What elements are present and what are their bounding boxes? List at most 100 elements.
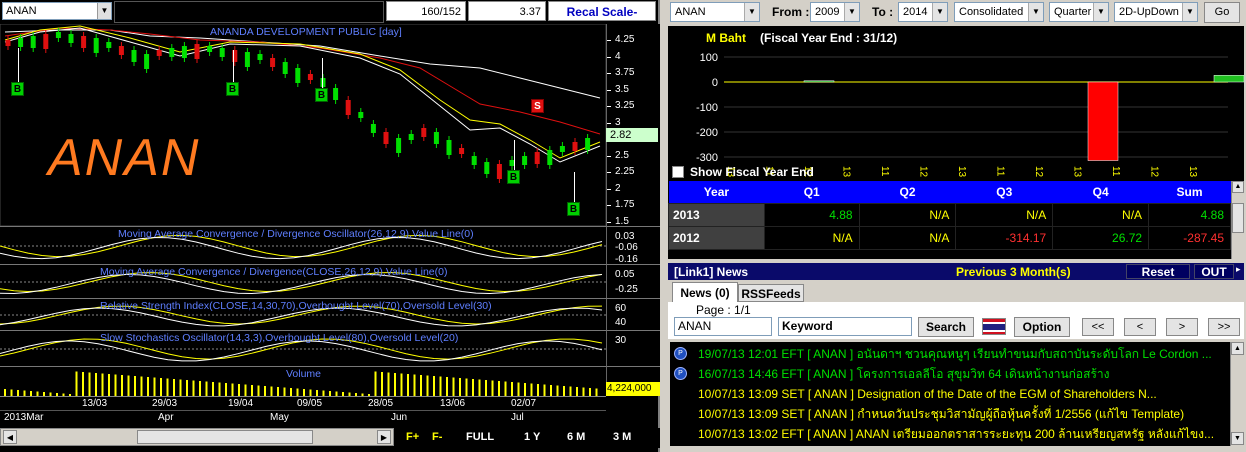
chevron-right-icon[interactable]: ▸ [1236, 264, 1244, 279]
news-item[interactable]: P 16/07/13 14:46 EFT [ ANAN ] โครงการเอลล… [670, 364, 1230, 384]
fin-xtick-label: 13 [1072, 166, 1083, 178]
indicator-panel[interactable]: Slow Stochastics Oscillator(14,3,3),Over… [0, 330, 606, 366]
news-item[interactable]: 10/07/13 13:09 SET [ ANAN ] Designation … [670, 384, 1230, 404]
full-button[interactable]: FULL [466, 431, 494, 443]
chevron-down-icon[interactable]: ▼ [1182, 3, 1197, 21]
price-chart[interactable]: ANANDA DEVELOPMENT PUBLIC [day] [0, 24, 606, 226]
table-row[interactable]: 2012 N/A N/A -314.17 26.72 -287.45 [668, 225, 1231, 250]
option-button[interactable]: Option [1014, 317, 1070, 337]
prev-page-button[interactable]: < [1124, 318, 1156, 336]
scroll-down-icon[interactable]: ▼ [1231, 432, 1244, 445]
reset-button[interactable]: Reset [1126, 264, 1190, 279]
volume-bar [394, 373, 396, 397]
volume-bar [452, 377, 455, 397]
tab-rssfeeds[interactable]: RSSFeeds [738, 284, 804, 302]
volume-bar [186, 380, 188, 397]
next-page-button[interactable]: > [1166, 318, 1198, 336]
sell-signal[interactable]: S [531, 99, 544, 113]
indicator-panel[interactable]: Moving Average Convergence / Divergence … [0, 226, 606, 264]
month-axis: 2013Mar Apr May Jun Jul [0, 410, 606, 424]
one-year-button[interactable]: 1 Y [524, 431, 540, 443]
volume-bar [387, 372, 390, 397]
three-month-button[interactable]: 3 M [613, 431, 631, 443]
chevron-down-icon[interactable]: ▼ [932, 3, 947, 21]
fin-value-cell: 4.88 [763, 202, 860, 227]
to-year-combo[interactable]: 2014 ▼ [898, 2, 948, 22]
news-symbol: [ ANAN ] [807, 367, 857, 381]
from-year-combo[interactable]: 2009 ▼ [810, 2, 860, 22]
fin-xtick-label: 13 [956, 166, 967, 178]
volume-bar [114, 374, 117, 397]
chevron-down-icon[interactable]: ▼ [97, 3, 111, 19]
fin-header-cell[interactable]: Year [668, 181, 765, 203]
out-button[interactable]: OUT [1194, 264, 1234, 279]
scroll-up-icon[interactable]: ▲ [1231, 342, 1244, 355]
view-combo[interactable]: 2D-UpDown ▼ [1114, 2, 1198, 22]
indicator-scale: 0.05 -0.25 [606, 264, 660, 298]
tab-news[interactable]: News (0) [672, 282, 738, 302]
candle-body [257, 54, 263, 60]
news-item[interactable]: 10/07/13 13:09 SET [ ANAN ] กำหนดวันประช… [670, 404, 1230, 424]
indicator-title: Slow Stochastics Oscillator(14,3,3),Over… [100, 332, 459, 344]
candle-body [333, 88, 339, 100]
table-row[interactable]: 2013 4.88 N/A N/A N/A 4.88 [668, 202, 1231, 227]
chevron-down-icon[interactable]: ▼ [1028, 3, 1043, 21]
scroll-up-icon[interactable]: ▲ [1232, 181, 1244, 193]
buy-signal[interactable]: B [507, 170, 520, 184]
scroll-thumb[interactable] [1232, 203, 1244, 233]
recal-scale-button[interactable]: Recal Scale-Linear [548, 1, 656, 39]
news-symbol-input[interactable]: ANAN [674, 317, 772, 336]
zoom-in-button[interactable]: F+ [406, 431, 419, 443]
period-combo[interactable]: Quarter ▼ [1049, 2, 1109, 22]
buy-signal[interactable]: B [11, 82, 24, 96]
buy-signal[interactable]: B [567, 202, 580, 216]
volume-bar [465, 378, 468, 397]
search-button[interactable]: Search [918, 317, 974, 337]
first-page-button[interactable]: << [1082, 318, 1114, 336]
news-scrollbar[interactable]: ▲ ▼ [1230, 342, 1244, 446]
chevron-down-icon[interactable]: ▼ [744, 3, 759, 21]
symbol-combo[interactable]: ANAN ▼ [2, 2, 112, 20]
buy-signal[interactable]: B [226, 82, 239, 96]
news-item[interactable]: 10/07/13 13:02 EFT [ ANAN ] ANAN เตรียมอ… [670, 424, 1230, 444]
table-scrollbar[interactable]: ▲ [1231, 181, 1244, 259]
fin-bar [1087, 81, 1119, 161]
news-period-label: Previous 3 Month(s) [956, 265, 1071, 279]
candle-body [307, 74, 313, 80]
last-page-button[interactable]: >> [1208, 318, 1240, 336]
to-year-value: 2014 [903, 6, 928, 18]
go-button[interactable]: Go [1204, 2, 1240, 23]
candle-body [459, 148, 465, 154]
scroll-right-icon[interactable]: ▶ [377, 430, 391, 444]
scroll-thumb[interactable] [137, 430, 313, 444]
thai-flag-icon[interactable] [982, 318, 1006, 335]
fin-xtick-label: 13 [1187, 166, 1198, 178]
candle-body [572, 142, 578, 151]
fin-header-cell[interactable]: Q1 [764, 181, 860, 203]
fin-value-cell: N/A [858, 225, 957, 250]
chart-scrollbar[interactable]: ◀ ▶ [0, 428, 394, 446]
chevron-down-icon[interactable]: ▼ [844, 3, 859, 21]
chevron-down-icon[interactable]: ▼ [1093, 3, 1108, 21]
fin-header-cell[interactable]: Sum [1148, 181, 1231, 203]
scroll-left-icon[interactable]: ◀ [3, 430, 17, 444]
show-fye-checkbox[interactable] [672, 166, 684, 178]
indicator-panel[interactable]: Relative Strength Index(CLOSE,14,30,70),… [0, 298, 606, 330]
news-source: SET [781, 387, 808, 401]
zoom-out-button[interactable]: F- [432, 431, 442, 443]
six-month-button[interactable]: 6 M [567, 431, 585, 443]
indicator-panel[interactable]: Moving Average Convergence / Divergence(… [0, 264, 606, 298]
fin-header-cell[interactable]: Q3 [955, 181, 1053, 203]
right-symbol-combo[interactable]: ANAN ▼ [670, 2, 760, 22]
statement-mode-combo[interactable]: Consolidated ▼ [954, 2, 1044, 22]
fin-value-cell: -287.45 [1148, 225, 1231, 250]
fin-header-cell[interactable]: Q4 [1052, 181, 1149, 203]
news-item[interactable]: P 19/07/13 12:01 EFT [ ANAN ] อนันดาฯ ชวน… [670, 344, 1230, 364]
price-tick [607, 205, 611, 206]
indicator-panel[interactable]: Volume [0, 366, 606, 397]
keyword-input[interactable]: Keyword [778, 317, 912, 336]
buy-signal[interactable]: B [315, 88, 328, 102]
fin-header-cell[interactable]: Q2 [859, 181, 956, 203]
indicator-scale-label: -0.06 [615, 242, 638, 254]
financial-table: Year Q1 Q2 Q3 Q4 Sum 2013 4.88 N/A N/A N/A 4.88 201… [668, 181, 1231, 250]
